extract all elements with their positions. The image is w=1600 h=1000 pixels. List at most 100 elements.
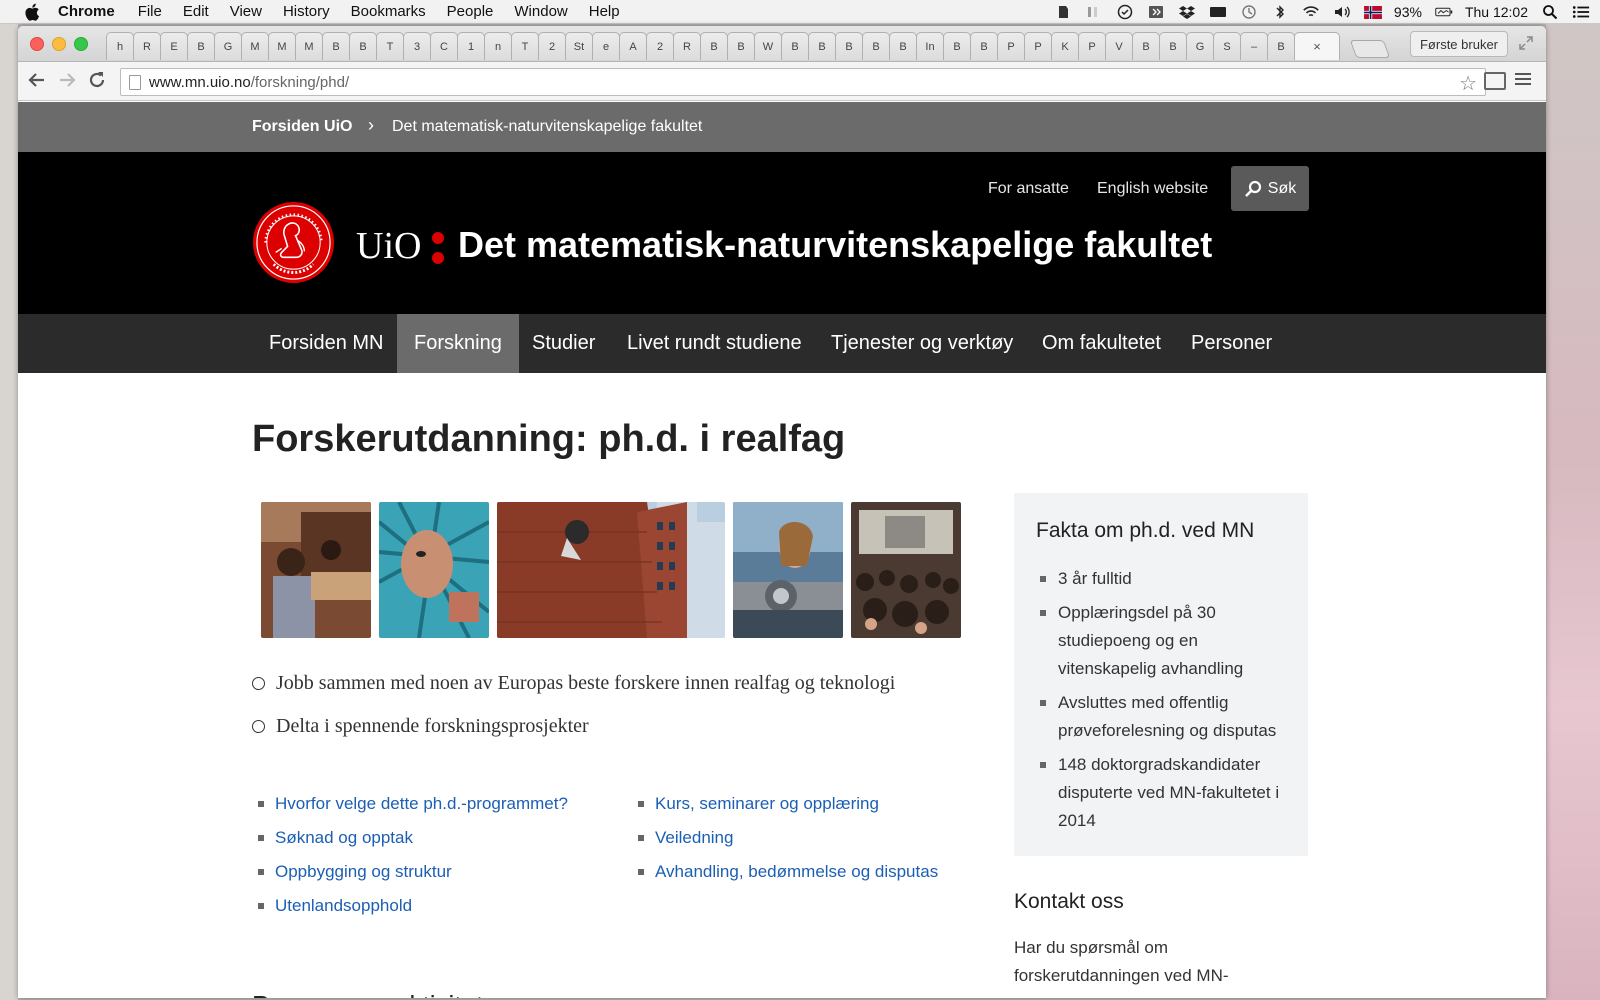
- browser-tab[interactable]: B: [1267, 32, 1295, 60]
- browser-tab[interactable]: St: [565, 32, 593, 60]
- menu-file[interactable]: File: [138, 3, 162, 20]
- browser-tab[interactable]: 3: [403, 32, 431, 60]
- link-for-ansatte[interactable]: For ansatte: [988, 180, 1069, 198]
- browser-tab[interactable]: B: [889, 32, 917, 60]
- window-maximize-button[interactable]: [74, 37, 88, 51]
- link-avhandling-disputas[interactable]: Avhandling, bedømmelse og disputas: [638, 862, 938, 896]
- time-machine-icon[interactable]: [1240, 4, 1258, 20]
- nav-item-livet-rundt-studiene[interactable]: Livet rundt studiene: [610, 314, 819, 373]
- bluetooth-icon[interactable]: [1271, 4, 1289, 20]
- volume-slider-icon[interactable]: [1085, 4, 1103, 20]
- browser-tab[interactable]: A: [619, 32, 647, 60]
- link-label[interactable]: Oppbygging og struktur: [275, 862, 452, 881]
- browser-tab[interactable]: n: [484, 32, 512, 60]
- browser-tab[interactable]: R: [133, 32, 161, 60]
- browser-tab[interactable]: B: [781, 32, 809, 60]
- cast-icon[interactable]: [1484, 72, 1506, 90]
- menu-edit[interactable]: Edit: [183, 3, 209, 20]
- spotlight-search-icon[interactable]: [1541, 4, 1559, 20]
- browser-tab[interactable]: 2: [646, 32, 674, 60]
- link-label[interactable]: Avhandling, bedømmelse og disputas: [655, 862, 938, 881]
- menu-bookmarks[interactable]: Bookmarks: [351, 3, 426, 20]
- dropbox-icon[interactable]: [1178, 4, 1196, 20]
- browser-tab[interactable]: P: [1078, 32, 1106, 60]
- app-icon[interactable]: [1147, 4, 1165, 20]
- breadcrumb-home-link[interactable]: Forsiden UiO: [252, 118, 352, 136]
- window-close-button[interactable]: [30, 37, 44, 51]
- notification-center-icon[interactable]: [1572, 4, 1590, 20]
- browser-tab[interactable]: M: [295, 32, 323, 60]
- tab-close-icon[interactable]: ×: [1313, 39, 1321, 54]
- browser-tab[interactable]: P: [1024, 32, 1052, 60]
- browser-tab[interactable]: B: [970, 32, 998, 60]
- link-utenlandsopphold[interactable]: Utenlandsopphold: [258, 896, 568, 930]
- uio-wordmark[interactable]: UiO: [356, 224, 421, 268]
- browser-tab[interactable]: S: [1213, 32, 1241, 60]
- browser-tab[interactable]: e: [592, 32, 620, 60]
- browser-tab[interactable]: B: [1159, 32, 1187, 60]
- menu-view[interactable]: View: [230, 3, 262, 20]
- evernote-icon[interactable]: [1054, 4, 1072, 20]
- link-english-website[interactable]: English website: [1097, 180, 1208, 198]
- nav-item-forsiden-mn[interactable]: Forsiden MN: [252, 314, 400, 373]
- reload-button[interactable]: [86, 70, 108, 92]
- link-hvorfor-velge[interactable]: Hvorfor velge dette ph.d.-programmet?: [258, 794, 568, 828]
- browser-tab[interactable]: 2: [538, 32, 566, 60]
- keyboard-icon[interactable]: [1209, 4, 1227, 20]
- nav-item-studier[interactable]: Studier: [515, 314, 612, 373]
- browser-tab[interactable]: B: [943, 32, 971, 60]
- browser-tab[interactable]: R: [673, 32, 701, 60]
- nav-item-personer[interactable]: Personer: [1174, 314, 1289, 373]
- link-label[interactable]: Søknad og opptak: [275, 828, 413, 847]
- browser-tab[interactable]: W: [754, 32, 782, 60]
- link-kurs-seminarer[interactable]: Kurs, seminarer og opplæring: [638, 794, 938, 828]
- browser-tab[interactable]: G: [1186, 32, 1214, 60]
- wifi-icon[interactable]: [1302, 4, 1320, 20]
- clock[interactable]: Thu 12:02: [1465, 4, 1528, 20]
- browser-tab[interactable]: P: [997, 32, 1025, 60]
- browser-tab[interactable]: B: [808, 32, 836, 60]
- browser-tab[interactable]: B: [835, 32, 863, 60]
- new-tab-button[interactable]: [1349, 40, 1391, 58]
- menu-app-chrome[interactable]: Chrome: [58, 3, 115, 20]
- link-oppbygging-og-struktur[interactable]: Oppbygging og struktur: [258, 862, 568, 896]
- link-label[interactable]: Utenlandsopphold: [275, 896, 412, 915]
- browser-tab[interactable]: T: [511, 32, 539, 60]
- browser-tab[interactable]: K: [1051, 32, 1079, 60]
- browser-tab[interactable]: B: [700, 32, 728, 60]
- link-label[interactable]: Hvorfor velge dette ph.d.-programmet?: [275, 794, 568, 813]
- forward-button[interactable]: [56, 70, 78, 92]
- nav-item-tjenester-og-verktoy[interactable]: Tjenester og verktøy: [814, 314, 1030, 373]
- browser-tab[interactable]: G: [214, 32, 242, 60]
- nav-item-om-fakultetet[interactable]: Om fakultetet: [1025, 314, 1178, 373]
- browser-tab[interactable]: V: [1105, 32, 1133, 60]
- link-label[interactable]: Veiledning: [655, 828, 733, 847]
- battery-icon[interactable]: [1435, 4, 1453, 20]
- nav-item-forskning[interactable]: Forskning: [397, 314, 519, 373]
- browser-tab[interactable]: In: [916, 32, 944, 60]
- browser-tab[interactable]: B: [349, 32, 377, 60]
- address-bar[interactable]: www.mn.uio.no/forskning/phd/ ☆: [120, 68, 1486, 96]
- chrome-menu-icon[interactable]: [1515, 73, 1531, 87]
- back-button[interactable]: [26, 70, 48, 92]
- browser-tab[interactable]: 1: [457, 32, 485, 60]
- profile-button[interactable]: Første bruker: [1409, 31, 1508, 57]
- browser-tab[interactable]: B: [862, 32, 890, 60]
- search-button[interactable]: Søk: [1231, 166, 1309, 211]
- browser-tab[interactable]: B: [322, 32, 350, 60]
- browser-tab[interactable]: M: [268, 32, 296, 60]
- browser-tab[interactable]: B: [1132, 32, 1160, 60]
- window-minimize-button[interactable]: [52, 37, 66, 51]
- browser-tab[interactable]: T: [376, 32, 404, 60]
- menu-help[interactable]: Help: [589, 3, 620, 20]
- link-veiledning[interactable]: Veiledning: [638, 828, 938, 862]
- norway-flag-icon[interactable]: [1363, 4, 1382, 20]
- bookmark-star-icon[interactable]: ☆: [1459, 71, 1477, 96]
- menu-history[interactable]: History: [283, 3, 330, 20]
- browser-tab[interactable]: E: [160, 32, 188, 60]
- speaker-icon[interactable]: [1333, 4, 1351, 20]
- apple-menu-icon[interactable]: [22, 1, 44, 23]
- browser-tab[interactable]: C: [430, 32, 458, 60]
- fullscreen-icon[interactable]: [1518, 35, 1536, 53]
- link-soknad-og-opptak[interactable]: Søknad og opptak: [258, 828, 568, 862]
